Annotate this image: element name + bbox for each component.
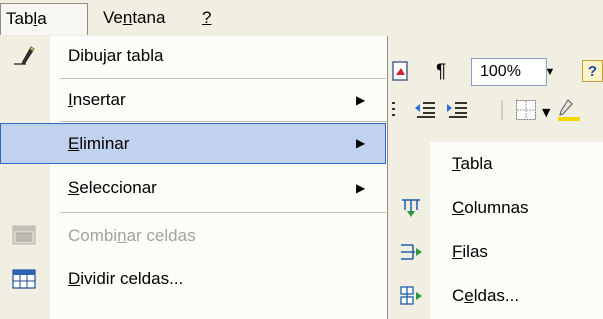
menu-item-label: Insertar bbox=[68, 80, 126, 120]
menu-item-label: Seleccionar bbox=[68, 166, 157, 210]
chevron-down-icon[interactable]: ▼ bbox=[540, 58, 560, 86]
label-accel: T bbox=[452, 154, 461, 173]
menu-bar: Tabla Ventana ? bbox=[0, 0, 603, 35]
menu-help[interactable]: ? bbox=[202, 6, 211, 30]
label-post: nsertar bbox=[72, 90, 126, 109]
submenu-item-label: Filas bbox=[452, 230, 488, 273]
menu-item-label: Eliminar bbox=[68, 123, 129, 164]
submenu-item-label: Tabla bbox=[452, 142, 493, 185]
label-accel: C bbox=[452, 198, 465, 217]
menu-item-combinar-celdas: Combinar celdas bbox=[0, 214, 386, 257]
submenu-item-label: Celdas... bbox=[452, 274, 519, 317]
submenu-item-columnas[interactable]: Columnas bbox=[388, 186, 603, 229]
help-icon[interactable]: ? bbox=[582, 60, 603, 82]
label-post: abla bbox=[460, 154, 493, 173]
menu-item-eliminar[interactable]: Eliminar ▶ bbox=[0, 123, 386, 164]
menu-ventana-label-pre: Ve bbox=[103, 8, 123, 27]
label-post: ilas bbox=[462, 242, 488, 261]
label-pre: C bbox=[452, 286, 465, 305]
frame-icon[interactable] bbox=[392, 60, 409, 82]
menu-help-accel: ? bbox=[202, 8, 212, 27]
menu-separator bbox=[60, 78, 386, 79]
delete-cells-icon bbox=[400, 286, 422, 305]
menu-ventana-accel: n bbox=[122, 8, 133, 27]
label-accel: E bbox=[68, 134, 80, 153]
label-post: olumnas bbox=[464, 198, 529, 217]
label-post: ldas... bbox=[473, 286, 520, 305]
submenu-arrow-icon: ▶ bbox=[356, 93, 366, 107]
delete-columns-icon bbox=[402, 199, 420, 217]
show-formatting-icon[interactable]: ¶ bbox=[436, 61, 446, 83]
toolbar-row-2: ▼ bbox=[392, 99, 580, 121]
label-accel: n bbox=[117, 226, 127, 245]
submenu-item-filas[interactable]: Filas bbox=[388, 230, 603, 273]
submenu-item-celdas[interactable]: Celdas... bbox=[388, 274, 603, 317]
pencil-icon bbox=[14, 46, 35, 65]
submenu-item-tabla[interactable]: Tabla bbox=[388, 142, 603, 185]
borders-icon[interactable] bbox=[516, 100, 536, 120]
label-accel: e bbox=[464, 286, 474, 305]
menu-item-dividir-celdas[interactable]: Dividir celdas... bbox=[0, 258, 386, 300]
merge-cells-icon bbox=[12, 225, 36, 245]
menu-tabla[interactable]: Tabla bbox=[0, 3, 88, 35]
label-accel: F bbox=[452, 242, 463, 261]
submenu-item-label: Columnas bbox=[452, 186, 529, 229]
tabla-dropdown-menu: Dibujar tabla Insertar ▶ Eliminar ▶ Sele… bbox=[0, 36, 388, 319]
menu-tabla-label-post: a bbox=[37, 9, 47, 28]
label-pre: Dibu bbox=[68, 46, 103, 65]
menu-item-dibujar-tabla[interactable]: Dibujar tabla bbox=[0, 36, 386, 76]
menu-item-label: Dividir celdas... bbox=[68, 258, 183, 300]
menu-tabla-label-pre: Tab bbox=[6, 9, 34, 28]
label-accel: D bbox=[68, 269, 81, 288]
label-post: liminar bbox=[79, 134, 130, 153]
label-accel: S bbox=[68, 178, 80, 197]
delete-rows-icon bbox=[401, 244, 422, 260]
highlight-pen-icon[interactable] bbox=[558, 99, 580, 121]
menu-item-insertar[interactable]: Insertar ▶ bbox=[0, 80, 386, 120]
submenu-arrow-icon: ▶ bbox=[356, 136, 366, 150]
label-post: eleccionar bbox=[79, 178, 157, 197]
decrease-indent-icon[interactable] bbox=[415, 102, 435, 118]
menu-item-label: Combinar celdas bbox=[68, 214, 196, 257]
menu-ventana-label-post: tana bbox=[132, 8, 166, 27]
increase-indent-icon[interactable] bbox=[447, 102, 467, 118]
split-cells-icon bbox=[12, 269, 36, 289]
menu-separator bbox=[60, 121, 386, 122]
label-pre: Combi bbox=[68, 226, 118, 245]
submenu-arrow-icon: ▶ bbox=[356, 181, 366, 195]
label-post: ividir celdas... bbox=[80, 269, 184, 288]
menu-item-label: Dibujar tabla bbox=[68, 36, 163, 76]
menu-separator bbox=[60, 212, 386, 213]
menu-item-seleccionar[interactable]: Seleccionar ▶ bbox=[0, 166, 386, 210]
eliminar-submenu: Tabla Columnas Filas Celdas... bbox=[388, 142, 603, 319]
chevron-down-icon[interactable]: ▼ bbox=[542, 106, 551, 119]
label-post: ar celdas bbox=[126, 226, 196, 245]
label-post: ar tabla bbox=[106, 46, 164, 65]
outdent-icon[interactable] bbox=[392, 102, 395, 116]
menu-ventana[interactable]: Ventana bbox=[103, 6, 165, 30]
zoom-select[interactable]: 100% bbox=[471, 58, 547, 86]
